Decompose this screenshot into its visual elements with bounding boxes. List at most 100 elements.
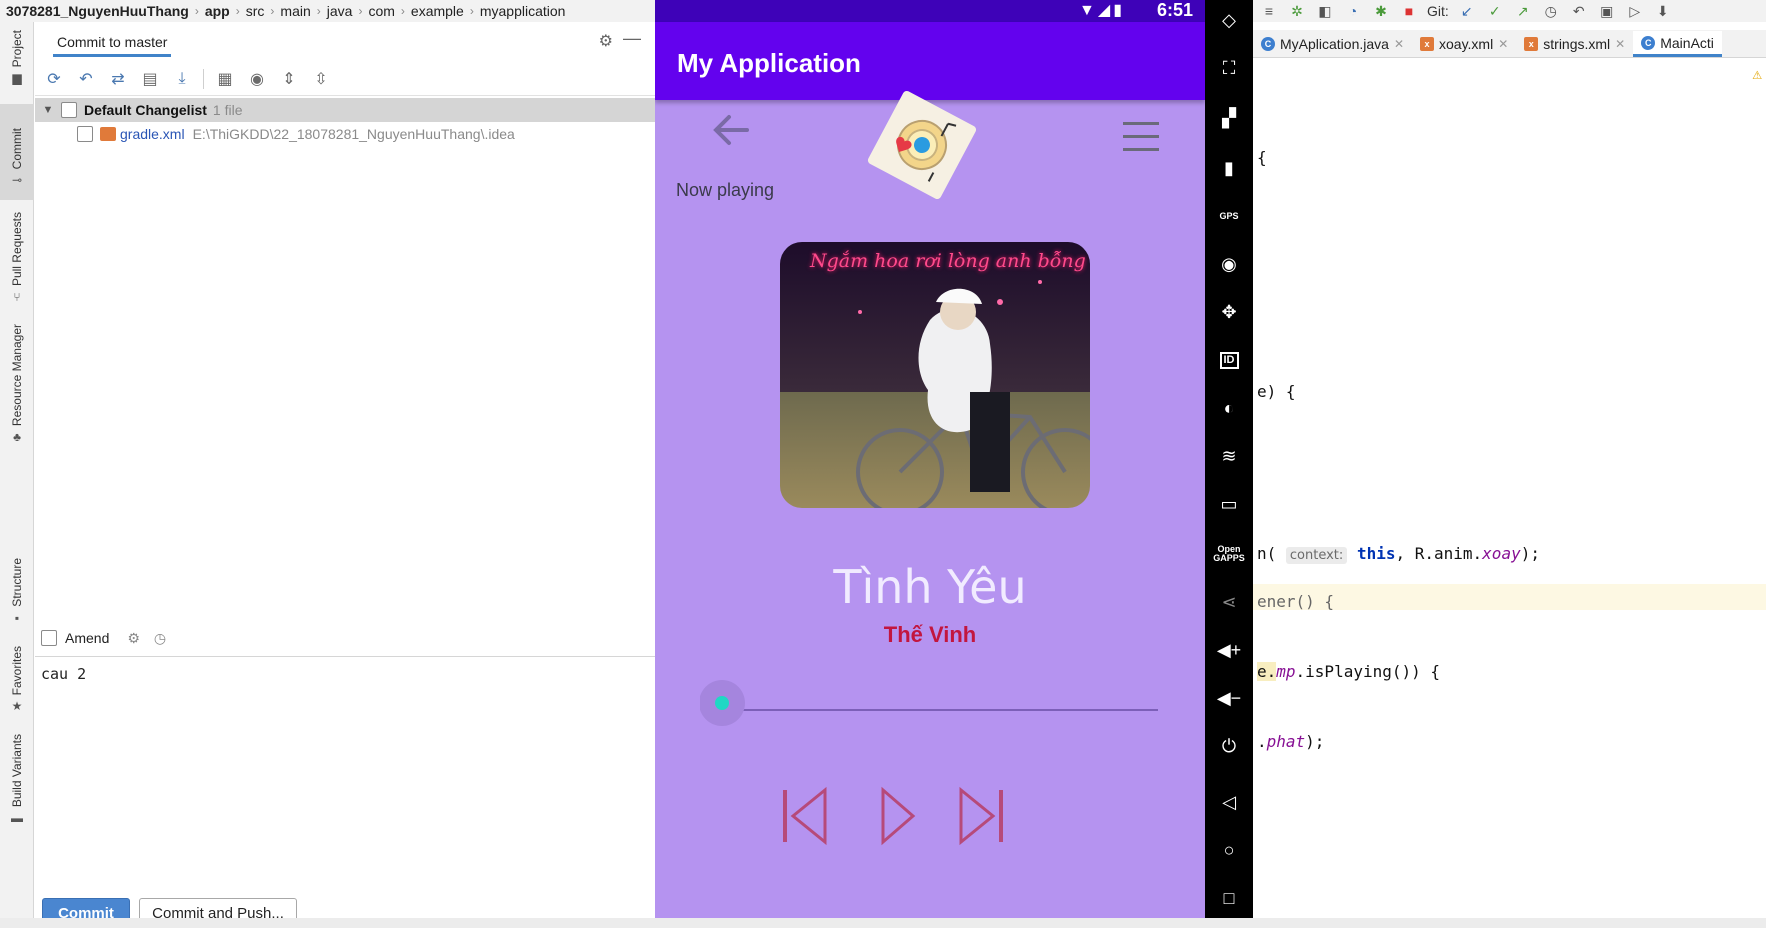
refresh-icon[interactable]: ⟳ bbox=[43, 69, 65, 89]
id-label: ID bbox=[1219, 351, 1239, 369]
close-icon[interactable]: ✕ bbox=[1394, 37, 1404, 51]
tab-pull-requests[interactable]: Pull Requests ⑂ bbox=[0, 212, 34, 312]
code-text: , R.anim. bbox=[1395, 544, 1483, 563]
nav-overview-icon[interactable]: □ bbox=[1205, 878, 1253, 918]
commit-icon: ⊸ bbox=[11, 173, 23, 188]
breadcrumb-item[interactable]: app bbox=[199, 3, 236, 19]
breadcrumb-item[interactable]: com bbox=[362, 3, 400, 19]
camera-icon[interactable]: ▞ bbox=[1205, 98, 1253, 138]
tab-structure[interactable]: Structure ▪ bbox=[0, 558, 34, 630]
changed-file-row[interactable]: gradle.xml E:\ThiGKDD\22_18078281_Nguyen… bbox=[35, 122, 655, 146]
code-editor[interactable]: ⚠ { e) { n( context: this, R.anim.xoay);… bbox=[1253, 58, 1766, 928]
move-changes-icon[interactable]: ⇄ bbox=[107, 69, 129, 89]
history-icon[interactable]: ◷ bbox=[1541, 3, 1561, 20]
close-icon[interactable]: ✕ bbox=[1615, 37, 1625, 51]
next-button[interactable] bbox=[953, 784, 1009, 848]
webcam-icon[interactable]: ◉ bbox=[1205, 244, 1253, 284]
gps-icon[interactable]: GPS bbox=[1205, 196, 1253, 236]
breadcrumb-item[interactable]: src bbox=[240, 3, 271, 19]
message-icon[interactable]: ▭ bbox=[1205, 484, 1253, 524]
tab-xoay-xml[interactable]: x xoay.xml ✕ bbox=[1412, 31, 1516, 57]
breadcrumb-item[interactable]: 3078281_NguyenHuuThang bbox=[0, 3, 195, 19]
collapse-all-icon[interactable]: ⇳ bbox=[310, 69, 332, 89]
rollback-icon[interactable]: ↶ bbox=[1569, 3, 1589, 20]
tab-mainactivity[interactable]: C MainActi bbox=[1633, 31, 1722, 57]
status-icons: ▼◢▮ bbox=[1079, 2, 1125, 19]
changelist-row[interactable]: ▼ Default Changelist 1 file bbox=[35, 98, 655, 122]
changelist-checkbox[interactable] bbox=[61, 102, 77, 118]
tab-structure-label: Structure bbox=[10, 558, 24, 607]
battery-icon[interactable]: ▮ bbox=[1205, 148, 1253, 188]
media-icon[interactable]: ◐ bbox=[1205, 388, 1253, 428]
nav-back-icon[interactable]: ◁ bbox=[1205, 782, 1253, 822]
tab-resource-manager[interactable]: Resource Manager ♣ bbox=[0, 324, 34, 454]
debug-icon[interactable]: ✲ bbox=[1287, 3, 1307, 20]
emulator-screen[interactable]: ▼◢▮ 6:51 My Application Now playing Ngắm… bbox=[655, 0, 1205, 928]
share-icon[interactable]: ⋖ bbox=[1205, 582, 1253, 622]
show-diff-icon[interactable]: ▤ bbox=[139, 69, 161, 89]
fullscreen-icon[interactable]: ⛶ bbox=[1205, 48, 1253, 88]
expand-all-icon[interactable]: ⇕ bbox=[278, 69, 300, 89]
git-push-icon[interactable]: ↗ bbox=[1513, 3, 1533, 20]
gear-icon[interactable]: ⚙ bbox=[127, 630, 140, 647]
breadcrumb-item[interactable]: java bbox=[321, 3, 359, 19]
project-structure-icon[interactable]: ▣ bbox=[1597, 3, 1617, 20]
attach-debugger-icon[interactable]: ✱ bbox=[1371, 3, 1391, 20]
tab-strings-xml[interactable]: x strings.xml ✕ bbox=[1516, 31, 1633, 57]
tab-project-label: Project bbox=[10, 30, 24, 68]
code-field: phat bbox=[1266, 732, 1306, 751]
amend-label[interactable]: Amend bbox=[65, 630, 109, 646]
play-button[interactable] bbox=[865, 784, 921, 848]
breadcrumb-item[interactable]: example bbox=[405, 3, 470, 19]
stop-icon[interactable]: ■ bbox=[1399, 3, 1419, 19]
power-icon[interactable]: ⏻ bbox=[1205, 726, 1253, 766]
rotate-icon[interactable]: ◇ bbox=[1205, 0, 1253, 40]
profile-icon[interactable]: ◔ bbox=[1343, 3, 1363, 19]
volume-up-icon[interactable]: ◀+ bbox=[1205, 630, 1253, 670]
avd-manager-icon[interactable]: ▷ bbox=[1625, 3, 1645, 20]
java-class-icon: C bbox=[1641, 35, 1656, 50]
nav-home-icon[interactable]: ○ bbox=[1205, 830, 1253, 870]
group-by-icon[interactable]: ▦ bbox=[214, 69, 236, 89]
menu-icon[interactable] bbox=[1121, 120, 1161, 154]
chevron-down-icon[interactable]: ▼ bbox=[37, 104, 59, 116]
history-icon[interactable]: ◷ bbox=[154, 630, 166, 647]
rollback-icon[interactable]: ↶ bbox=[75, 69, 97, 89]
git-commit-icon[interactable]: ✓ bbox=[1485, 3, 1505, 20]
seek-thumb[interactable] bbox=[715, 696, 729, 710]
code-field: xoay bbox=[1482, 544, 1521, 563]
tab-favorites[interactable]: Favorites ★ bbox=[0, 646, 34, 720]
open-gapps-icon[interactable]: Open GAPPS bbox=[1205, 534, 1253, 574]
changelist-count: 1 file bbox=[212, 102, 243, 118]
id-icon[interactable]: ID bbox=[1205, 340, 1253, 380]
update-icon[interactable]: ⤓ bbox=[171, 70, 193, 88]
coverage-icon[interactable]: ◧ bbox=[1315, 3, 1335, 20]
warning-icon[interactable]: ⚠ bbox=[1752, 64, 1762, 83]
volume-down-icon[interactable]: ◀− bbox=[1205, 678, 1253, 718]
album-cover: Ngắm hoa rơi lòng anh bỗng nhớ bbox=[780, 242, 1090, 508]
code-text: . bbox=[1257, 732, 1267, 751]
sdk-manager-icon[interactable]: ⬇ bbox=[1653, 3, 1673, 20]
breadcrumb-item[interactable]: main bbox=[274, 3, 316, 19]
cast-icon[interactable]: ≋ bbox=[1205, 436, 1253, 476]
layout-icon[interactable]: ≡ bbox=[1259, 3, 1279, 19]
tab-commit[interactable]: Commit ⊸ bbox=[0, 104, 34, 200]
eye-icon[interactable]: ◉ bbox=[246, 69, 268, 89]
close-icon[interactable]: ✕ bbox=[1498, 37, 1508, 51]
changelist-name: Default Changelist bbox=[84, 102, 207, 118]
tab-myaplication-java[interactable]: C MyAplication.java ✕ bbox=[1253, 31, 1412, 57]
commit-message-input[interactable]: cau 2 bbox=[35, 656, 655, 892]
tab-commit-to-master[interactable]: Commit to master bbox=[53, 24, 172, 57]
previous-button[interactable] bbox=[777, 784, 833, 848]
amend-checkbox[interactable] bbox=[41, 630, 57, 646]
git-update-icon[interactable]: ↙ bbox=[1457, 3, 1477, 20]
seek-bar[interactable] bbox=[700, 680, 1160, 730]
tab-build-variants[interactable]: Build Variants ▬ bbox=[0, 734, 34, 826]
dpad-icon[interactable]: ✥ bbox=[1205, 292, 1253, 332]
gear-icon[interactable]: ⚙ bbox=[599, 31, 613, 51]
tab-project[interactable]: Project ▆ bbox=[0, 30, 34, 100]
minimize-icon[interactable]: — bbox=[623, 28, 641, 49]
breadcrumb-item[interactable]: myapplication bbox=[474, 3, 572, 19]
back-arrow-icon[interactable] bbox=[711, 112, 751, 148]
file-checkbox[interactable] bbox=[77, 126, 93, 142]
